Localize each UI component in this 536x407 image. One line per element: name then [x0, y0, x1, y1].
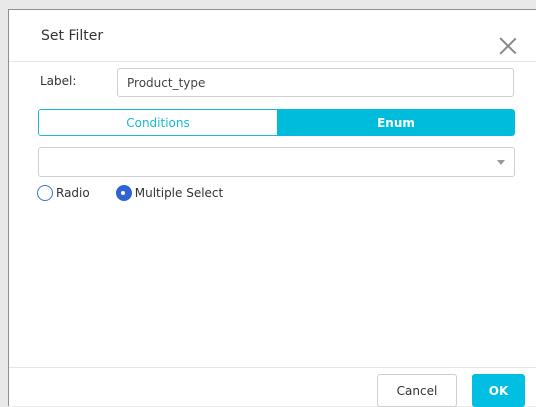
enum-values-select[interactable] — [38, 147, 515, 177]
set-filter-dialog: Set Filter Label: Conditions Enum Radio … — [8, 9, 536, 407]
radio-checked-icon[interactable] — [115, 185, 132, 201]
radio-option-label: Radio — [56, 186, 90, 200]
dialog-title: Set Filter — [41, 28, 104, 44]
cancel-button[interactable]: Cancel — [377, 374, 457, 407]
tab-conditions[interactable]: Conditions — [38, 109, 277, 136]
selection-mode-group: Radio Multiple Select — [37, 183, 223, 203]
filter-type-tabs: Conditions Enum — [38, 109, 515, 136]
multiple-select-option-label: Multiple Select — [134, 186, 224, 200]
radio-option-radio[interactable]: Radio — [37, 185, 90, 201]
chevron-down-icon — [497, 160, 505, 165]
label-field-label: Label: — [40, 74, 77, 88]
label-input[interactable] — [117, 68, 514, 97]
header-divider — [9, 61, 536, 62]
ok-button[interactable]: OK — [472, 374, 525, 407]
tab-enum[interactable]: Enum — [277, 109, 515, 136]
footer-divider — [9, 367, 536, 368]
radio-option-multiple-select[interactable]: Multiple Select — [115, 185, 224, 201]
radio-unchecked-icon[interactable] — [37, 185, 53, 201]
close-icon[interactable] — [499, 37, 517, 55]
